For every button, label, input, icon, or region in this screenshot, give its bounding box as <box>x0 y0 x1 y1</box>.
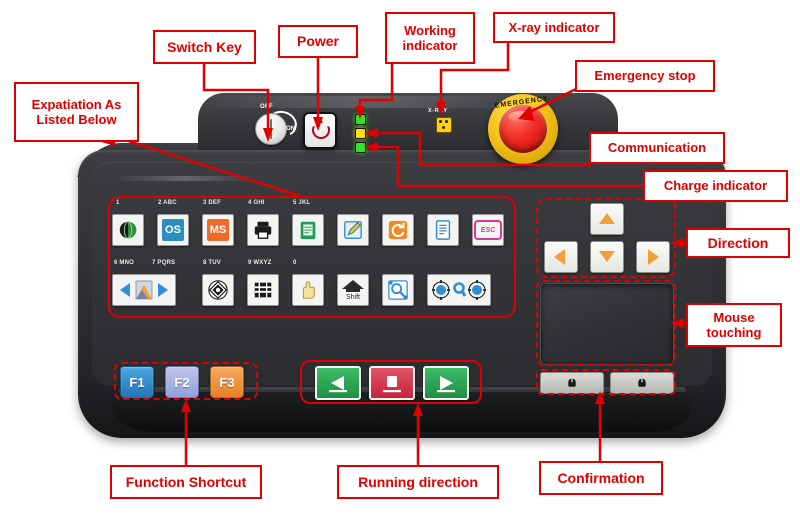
callout-switch-key: Switch Key <box>153 30 256 64</box>
highlight-confirmation <box>536 369 676 395</box>
communication-led <box>355 128 366 139</box>
callout-working-indicator: Working indicator <box>385 12 475 64</box>
callout-communication: Communication <box>589 132 725 164</box>
power-icon-stem <box>318 119 320 127</box>
switch-key[interactable]: OFF ON <box>255 104 300 145</box>
callout-power: Power <box>278 25 358 58</box>
callout-charge-indicator: Charge indicator <box>643 170 788 202</box>
xray-label: X-RAY <box>428 108 448 114</box>
highlight-keypad <box>108 196 516 318</box>
switch-on-label: ON <box>286 126 295 132</box>
highlight-touchpad <box>536 280 676 366</box>
power-button[interactable] <box>303 112 337 149</box>
callout-confirmation: Confirmation <box>539 461 663 495</box>
highlight-direction-pad <box>536 198 676 278</box>
highlight-function-keys <box>114 362 258 400</box>
highlight-running-direction <box>300 360 482 404</box>
key-slot-icon <box>270 119 272 139</box>
callout-mouse-touching: Mouse touching <box>686 303 782 347</box>
callout-running-direction: Running direction <box>337 465 499 499</box>
emergency-stop-button[interactable]: EMERGENCY <box>488 94 558 164</box>
xray-indicator: X-RAY <box>428 108 462 140</box>
annotated-device-diagram: OFF ON X-RAY EMERGENCY 1 2 ABC 3 DEF 4 G… <box>0 0 800 525</box>
charge-indicator-led <box>355 142 366 153</box>
callout-emergency-stop: Emergency stop <box>575 60 715 92</box>
callout-direction: Direction <box>686 228 790 258</box>
callout-function-shortcut: Function Shortcut <box>110 465 262 499</box>
switch-key-knob[interactable] <box>255 113 287 145</box>
callout-xray-indicator: X-ray indicator <box>493 12 615 43</box>
working-indicator-led <box>355 114 366 125</box>
estop-gloss <box>508 111 534 123</box>
panel-vent-groove <box>120 176 250 181</box>
switch-off-label: OFF <box>260 104 273 110</box>
power-icon <box>312 121 330 139</box>
callout-expatiation: Expatiation As Listed Below <box>14 82 139 142</box>
hood-highlight <box>200 96 530 108</box>
radiation-icon <box>436 117 452 133</box>
